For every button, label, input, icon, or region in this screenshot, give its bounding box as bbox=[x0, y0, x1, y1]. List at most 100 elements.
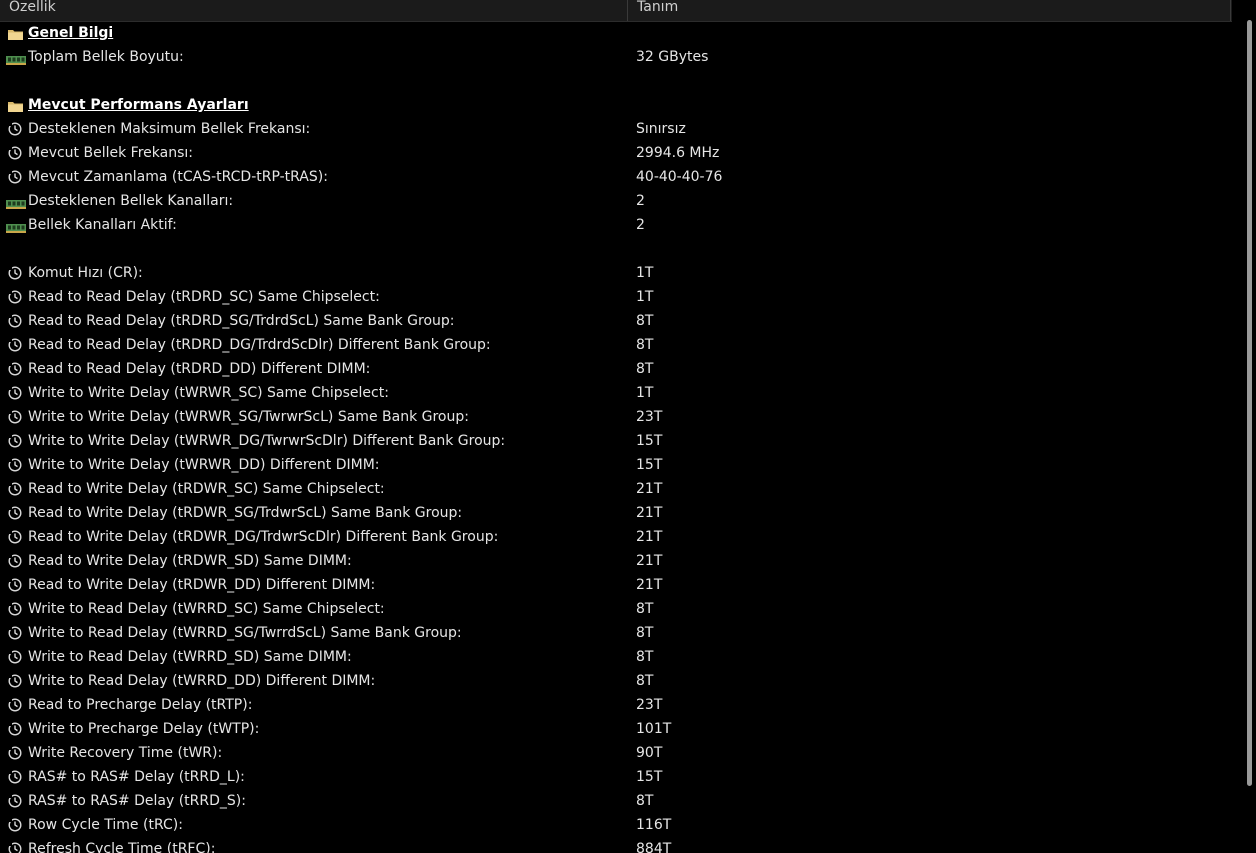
clock-icon bbox=[8, 386, 22, 400]
folder-icon bbox=[8, 100, 23, 112]
list-item[interactable]: Desteklenen Maksimum Bellek Frekansı: Sın… bbox=[0, 118, 1238, 142]
list-item[interactable]: Write to Write Delay (tWRWR_DG/TwrwrScDl… bbox=[0, 430, 1238, 454]
list-item[interactable]: Write to Write Delay (tWRWR_SC) Same Chi… bbox=[0, 382, 1238, 406]
clock-icon bbox=[8, 410, 22, 424]
list-item[interactable]: Write to Precharge Delay (tWTP): 101T bbox=[0, 718, 1238, 742]
property-value: 1T bbox=[636, 265, 654, 281]
property-value: 8T bbox=[636, 625, 654, 641]
list-item[interactable]: Komut Hızı (CR): 1T bbox=[0, 262, 1238, 286]
property-value: 15T bbox=[636, 457, 663, 473]
list-item[interactable]: Toplam Bellek Boyutu: 32 GBytes bbox=[0, 46, 1238, 70]
section-header[interactable]: Genel Bilgi bbox=[0, 22, 1238, 46]
list-item[interactable]: Read to Write Delay (tRDWR_DG/TrdwrScDlr… bbox=[0, 526, 1238, 550]
clock-icon bbox=[8, 722, 22, 736]
property-label: Write to Read Delay (tWRRD_SC) Same Chip… bbox=[28, 601, 385, 617]
clock-icon bbox=[8, 362, 22, 376]
clock-icon bbox=[8, 338, 22, 352]
list-item[interactable]: Write to Read Delay (tWRRD_DD) Different… bbox=[0, 670, 1238, 694]
property-value: 15T bbox=[636, 769, 663, 785]
list-item[interactable]: Read to Write Delay (tRDWR_SD) Same DIMM… bbox=[0, 550, 1238, 574]
property-value: 8T bbox=[636, 601, 654, 617]
blank-row bbox=[0, 70, 1238, 94]
clock-icon bbox=[8, 770, 22, 784]
property-label: Write to Read Delay (tWRRD_SG/TwrrdScL) … bbox=[28, 625, 462, 641]
blank-row bbox=[0, 238, 1238, 262]
list-item[interactable]: Mevcut Zamanlama (tCAS-tRCD-tRP-tRAS): 40… bbox=[0, 166, 1238, 190]
list-item[interactable]: Read to Read Delay (tRDRD_SG/TrdrdScL) S… bbox=[0, 310, 1238, 334]
clock-icon bbox=[8, 506, 22, 520]
list-item[interactable]: Read to Write Delay (tRDWR_SC) Same Chip… bbox=[0, 478, 1238, 502]
property-label: Read to Read Delay (tRDRD_SC) Same Chips… bbox=[28, 289, 380, 305]
vertical-scrollbar[interactable] bbox=[1243, 0, 1256, 853]
list-item[interactable]: Write to Read Delay (tWRRD_SC) Same Chip… bbox=[0, 598, 1238, 622]
list-item[interactable]: Read to Write Delay (tRDWR_DD) Different… bbox=[0, 574, 1238, 598]
clock-icon bbox=[8, 530, 22, 544]
clock-icon bbox=[8, 794, 22, 808]
clock-icon bbox=[8, 578, 22, 592]
memory-module-icon bbox=[6, 221, 26, 233]
property-value: 21T bbox=[636, 553, 663, 569]
property-value: 884T bbox=[636, 841, 672, 853]
clock-icon bbox=[8, 122, 22, 136]
memory-module-icon bbox=[6, 197, 26, 209]
list-item[interactable]: Write Recovery Time (tWR): 90T bbox=[0, 742, 1238, 766]
clock-icon bbox=[8, 818, 22, 832]
property-value: 101T bbox=[636, 721, 672, 737]
clock-icon bbox=[8, 146, 22, 160]
folder-icon bbox=[8, 28, 23, 40]
list-item[interactable]: RAS# to RAS# Delay (tRRD_S): 8T bbox=[0, 790, 1238, 814]
property-label: Komut Hızı (CR): bbox=[28, 265, 143, 281]
list-item[interactable]: Desteklenen Bellek Kanalları: 2 bbox=[0, 190, 1238, 214]
section-title: Genel Bilgi bbox=[28, 25, 114, 41]
list-item[interactable]: Read to Write Delay (tRDWR_SG/TrdwrScL) … bbox=[0, 502, 1238, 526]
column-header-property[interactable]: Özellik bbox=[0, 0, 628, 21]
property-value: 2994.6 MHz bbox=[636, 145, 720, 161]
list-item[interactable]: Refresh Cycle Time (tRFC): 884T bbox=[0, 838, 1238, 853]
list-item[interactable]: Read to Read Delay (tRDRD_DG/TrdrdScDlr)… bbox=[0, 334, 1238, 358]
list-item[interactable]: Mevcut Bellek Frekansı: 2994.6 MHz bbox=[0, 142, 1238, 166]
property-value: 8T bbox=[636, 673, 654, 689]
property-label: Read to Write Delay (tRDWR_DD) Different… bbox=[28, 577, 376, 593]
list-item[interactable]: Write to Read Delay (tWRRD_SG/TwrrdScL) … bbox=[0, 622, 1238, 646]
list-item[interactable]: Write to Write Delay (tWRWR_DD) Differen… bbox=[0, 454, 1238, 478]
clock-icon bbox=[8, 674, 22, 688]
property-value: 8T bbox=[636, 793, 654, 809]
property-value: 116T bbox=[636, 817, 672, 833]
clock-icon bbox=[8, 698, 22, 712]
column-header: Özellik Tanım bbox=[0, 0, 1232, 22]
property-label: Bellek Kanalları Aktif: bbox=[28, 217, 177, 233]
clock-icon bbox=[8, 482, 22, 496]
property-label: Read to Write Delay (tRDWR_SD) Same DIMM… bbox=[28, 553, 352, 569]
list-item[interactable]: Read to Read Delay (tRDRD_SC) Same Chips… bbox=[0, 286, 1238, 310]
property-label: Row Cycle Time (tRC): bbox=[28, 817, 183, 833]
list-item[interactable]: Row Cycle Time (tRC): 116T bbox=[0, 814, 1238, 838]
property-label: Write Recovery Time (tWR): bbox=[28, 745, 223, 761]
property-value: 8T bbox=[636, 361, 654, 377]
property-label: Mevcut Bellek Frekansı: bbox=[28, 145, 193, 161]
clock-icon bbox=[8, 458, 22, 472]
list-item[interactable]: Read to Read Delay (tRDRD_DD) Different … bbox=[0, 358, 1238, 382]
clock-icon bbox=[8, 554, 22, 568]
list-item[interactable]: RAS# to RAS# Delay (tRRD_L): 15T bbox=[0, 766, 1238, 790]
property-label: Read to Write Delay (tRDWR_DG/TrdwrScDlr… bbox=[28, 529, 499, 545]
list-item[interactable]: Read to Precharge Delay (tRTP): 23T bbox=[0, 694, 1238, 718]
property-value: 8T bbox=[636, 337, 654, 353]
list-item[interactable]: Bellek Kanalları Aktif: 2 bbox=[0, 214, 1238, 238]
property-value: 90T bbox=[636, 745, 663, 761]
column-header-value[interactable]: Tanım bbox=[628, 0, 1231, 21]
scrollbar-thumb[interactable] bbox=[1247, 20, 1252, 786]
list-item[interactable]: Write to Read Delay (tWRRD_SD) Same DIMM… bbox=[0, 646, 1238, 670]
property-label: Desteklenen Maksimum Bellek Frekansı: bbox=[28, 121, 311, 137]
property-value: 2 bbox=[636, 217, 645, 233]
property-label: RAS# to RAS# Delay (tRRD_S): bbox=[28, 793, 246, 809]
clock-icon bbox=[8, 746, 22, 760]
clock-icon bbox=[8, 266, 22, 280]
property-label: Mevcut Zamanlama (tCAS-tRCD-tRP-tRAS): bbox=[28, 169, 328, 185]
section-header[interactable]: Mevcut Performans Ayarları bbox=[0, 94, 1238, 118]
property-label: Write to Read Delay (tWRRD_SD) Same DIMM… bbox=[28, 649, 352, 665]
property-value: 21T bbox=[636, 529, 663, 545]
list-item[interactable]: Write to Write Delay (tWRWR_SG/TwrwrScL)… bbox=[0, 406, 1238, 430]
property-label: Read to Read Delay (tRDRD_DD) Different … bbox=[28, 361, 371, 377]
property-label: Write to Write Delay (tWRWR_SC) Same Chi… bbox=[28, 385, 389, 401]
property-label: Write to Precharge Delay (tWTP): bbox=[28, 721, 260, 737]
